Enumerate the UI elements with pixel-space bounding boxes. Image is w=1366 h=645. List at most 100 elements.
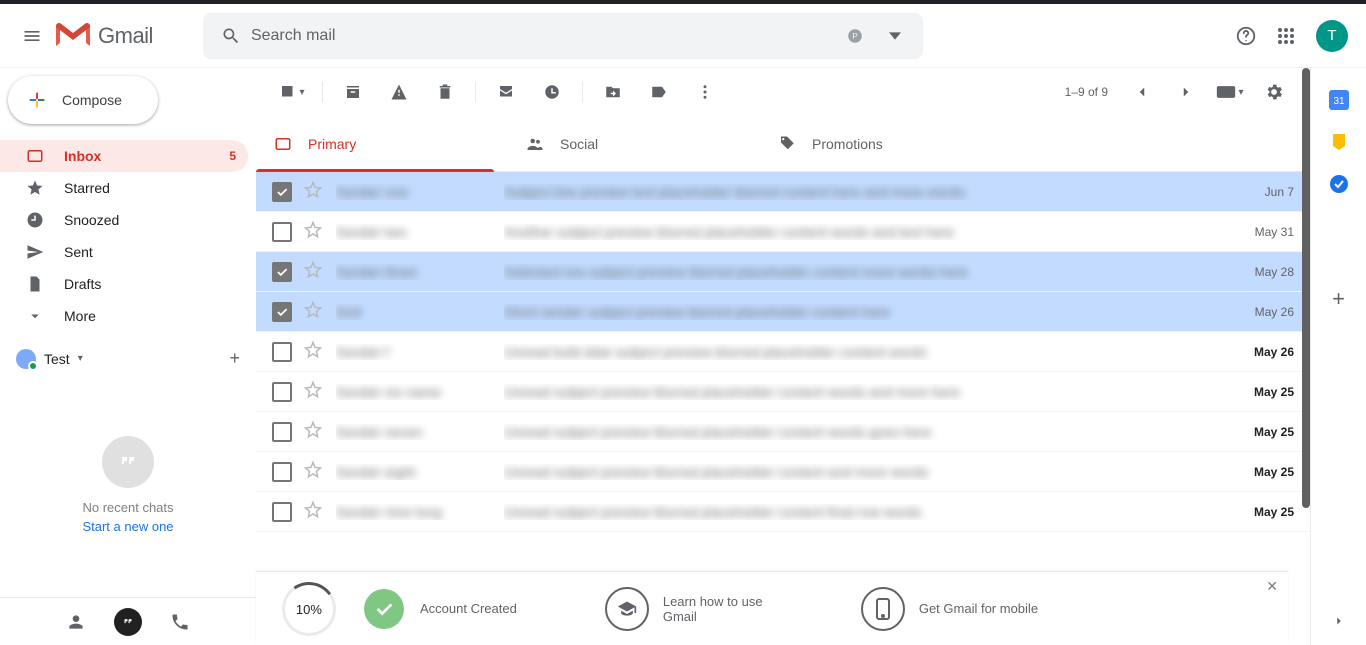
row-star-icon[interactable] <box>304 221 322 242</box>
scrollbar[interactable] <box>1300 68 1310 571</box>
sidebar-item-inbox[interactable]: Inbox 5 <box>0 140 248 172</box>
apps-grid-button[interactable] <box>1266 16 1306 56</box>
brand-label: Gmail <box>98 23 153 49</box>
labels-button[interactable] <box>639 72 679 112</box>
row-checkbox[interactable] <box>272 462 292 482</box>
chat-user-header[interactable]: Test ▾ + <box>0 344 256 373</box>
chat-dropdown-icon[interactable]: ▾ <box>78 353 83 364</box>
phone-tab-icon[interactable] <box>170 612 190 632</box>
row-subject: Unread subject preview blurred placehold… <box>504 504 1224 520</box>
get-mobile-button[interactable]: Get Gmail for mobile <box>861 587 1038 631</box>
new-chat-button[interactable]: + <box>229 348 240 369</box>
page-next-button[interactable] <box>1166 72 1206 112</box>
search-icon[interactable] <box>211 26 251 46</box>
tab-promotions[interactable]: Promotions <box>760 116 1012 171</box>
get-addons-button[interactable]: + <box>1332 286 1345 312</box>
support-button[interactable] <box>1226 16 1266 56</box>
social-tab-icon <box>526 135 544 153</box>
graduation-cap-icon <box>617 599 637 619</box>
row-sender: Sender two <box>336 224 504 240</box>
compose-button[interactable]: Compose <box>8 76 158 124</box>
input-tools-button[interactable]: ▾ <box>1210 72 1250 112</box>
email-row[interactable]: Sender eight Unread subject preview blur… <box>256 452 1310 492</box>
search-badge-icon[interactable]: P <box>835 27 875 45</box>
sidebar-item-drafts[interactable]: Drafts <box>0 268 248 300</box>
delete-button[interactable] <box>425 72 465 112</box>
row-star-icon[interactable] <box>304 381 322 402</box>
row-date: May 25 <box>1224 425 1294 439</box>
main-menu-button[interactable] <box>8 12 56 60</box>
send-icon <box>26 243 46 261</box>
row-star-icon[interactable] <box>304 301 322 322</box>
row-subject: Unread bold date subject preview blurred… <box>504 344 1224 360</box>
row-checkbox[interactable] <box>272 222 292 242</box>
account-avatar[interactable]: T <box>1316 20 1348 52</box>
row-checkbox[interactable] <box>272 502 292 522</box>
chevron-down-icon <box>26 307 46 325</box>
tab-primary[interactable]: Primary <box>256 116 508 171</box>
row-sender: Sender one <box>336 184 504 200</box>
row-checkbox[interactable] <box>272 342 292 362</box>
email-row[interactable]: Sender seven Unread subject preview blur… <box>256 412 1310 452</box>
row-star-icon[interactable] <box>304 261 322 282</box>
row-checkbox[interactable] <box>272 182 292 202</box>
start-chat-link[interactable]: Start a new one <box>82 519 173 534</box>
sidebar-item-more[interactable]: More <box>0 300 248 332</box>
keep-addon-icon[interactable] <box>1329 132 1349 152</box>
email-row[interactable]: Sender nine long Unread subject preview … <box>256 492 1310 532</box>
row-star-icon[interactable] <box>304 421 322 442</box>
search-options-button[interactable] <box>875 30 915 42</box>
row-date: May 26 <box>1224 345 1294 359</box>
tasks-addon-icon[interactable] <box>1329 174 1349 194</box>
row-checkbox[interactable] <box>272 302 292 322</box>
sidebar-item-snoozed[interactable]: Snoozed <box>0 204 248 236</box>
row-date: May 31 <box>1224 225 1294 239</box>
row-checkbox[interactable] <box>272 422 292 442</box>
calendar-addon-icon[interactable]: 31 <box>1329 90 1349 110</box>
email-row[interactable]: Sender one Subject line preview text pla… <box>256 172 1310 212</box>
move-to-button[interactable] <box>593 72 633 112</box>
compose-label: Compose <box>62 92 122 108</box>
select-all-button[interactable]: ▾ <box>272 72 312 112</box>
row-sender: Sender f <box>336 344 504 360</box>
chat-user-name: Test <box>44 351 70 367</box>
contacts-tab-icon[interactable] <box>66 612 86 632</box>
sidebar-item-label: Drafts <box>64 276 101 292</box>
search-bar[interactable]: P <box>203 13 923 59</box>
hangouts-tab-icon[interactable] <box>114 608 142 636</box>
search-input[interactable] <box>251 27 835 45</box>
row-star-icon[interactable] <box>304 461 322 482</box>
tab-social[interactable]: Social <box>508 116 760 171</box>
row-star-icon[interactable] <box>304 181 322 202</box>
progress-ring: 10% <box>278 577 341 640</box>
sidebar-item-sent[interactable]: Sent <box>0 236 248 268</box>
row-checkbox[interactable] <box>272 382 292 402</box>
snooze-button[interactable] <box>532 72 572 112</box>
mark-unread-button[interactable] <box>486 72 526 112</box>
email-row[interactable]: Sender three Selected row subject previe… <box>256 252 1310 292</box>
report-spam-button[interactable] <box>379 72 419 112</box>
email-row[interactable]: Sender two Another subject preview blurr… <box>256 212 1310 252</box>
row-subject: Selected row subject preview blurred pla… <box>504 264 1224 280</box>
page-prev-button[interactable] <box>1122 72 1162 112</box>
close-setup-button[interactable]: ✕ <box>1266 578 1278 595</box>
email-row[interactable]: Sender six name Unread subject preview b… <box>256 372 1310 412</box>
sidebar-item-starred[interactable]: Starred <box>0 172 248 204</box>
sidebar-item-label: Inbox <box>64 148 101 164</box>
row-subject: Subject line preview text placeholder bl… <box>504 184 1224 200</box>
action-toolbar: ▾ 1–9 of 9 ▾ <box>256 68 1310 116</box>
row-date: May 25 <box>1224 505 1294 519</box>
learn-gmail-button[interactable]: Learn how to use Gmail <box>605 587 773 631</box>
collapse-panel-button[interactable] <box>1332 614 1346 633</box>
row-subject: Unread subject preview blurred placehold… <box>504 384 1224 400</box>
more-actions-button[interactable] <box>685 72 725 112</box>
email-row[interactable]: Sender f Unread bold date subject previe… <box>256 332 1310 372</box>
archive-button[interactable] <box>333 72 373 112</box>
row-star-icon[interactable] <box>304 341 322 362</box>
row-checkbox[interactable] <box>272 262 292 282</box>
row-star-icon[interactable] <box>304 501 322 522</box>
email-row[interactable]: Snd Short sender subject preview blurred… <box>256 292 1310 332</box>
settings-button[interactable] <box>1254 72 1294 112</box>
row-sender: Sender three <box>336 264 504 280</box>
row-subject: Short sender subject preview blurred pla… <box>504 304 1224 320</box>
